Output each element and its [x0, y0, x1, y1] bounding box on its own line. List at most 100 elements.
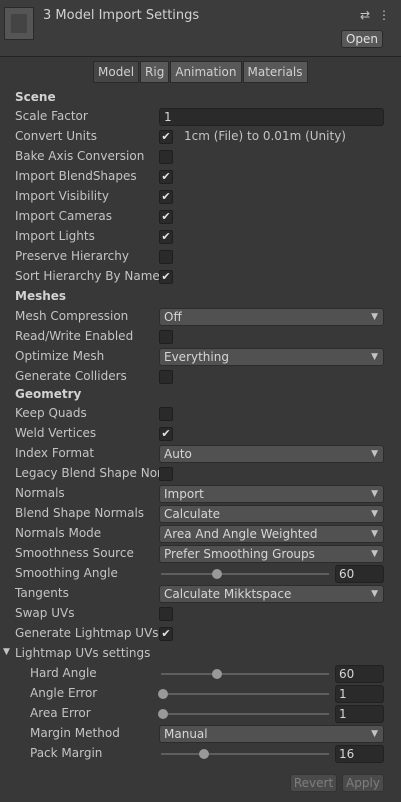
pack-margin-label: Pack Margin	[30, 746, 103, 760]
normals-mode-row: Normals Mode Area And Angle Weighted ▼	[0, 524, 401, 544]
inspector-title: 3 Model Import Settings	[43, 8, 200, 23]
scale-factor-label: Scale Factor	[15, 109, 88, 123]
smoothing-angle-slider[interactable]	[161, 573, 329, 575]
blend-shape-normals-dropdown[interactable]: Calculate ▼	[159, 505, 384, 523]
angle-error-field[interactable]: 1	[335, 685, 384, 703]
normals-value: Import	[164, 487, 204, 501]
import-blendshapes-checkbox[interactable]: ✔	[159, 170, 173, 184]
area-error-label: Area Error	[30, 706, 91, 720]
tangents-value: Calculate Mikktspace	[164, 587, 292, 601]
hard-angle-slider[interactable]	[161, 673, 329, 675]
chevron-down-icon: ▼	[371, 549, 378, 559]
hard-angle-label: Hard Angle	[30, 666, 97, 680]
area-error-slider[interactable]	[161, 713, 329, 715]
pack-margin-field[interactable]: 16	[335, 745, 384, 763]
chevron-down-icon: ▼	[371, 352, 378, 362]
import-visibility-checkbox[interactable]: ✔	[159, 190, 173, 204]
optimize-mesh-label: Optimize Mesh	[15, 349, 105, 363]
index-format-dropdown[interactable]: Auto ▼	[159, 445, 384, 463]
revert-button[interactable]: Revert	[290, 774, 337, 792]
meshes-heading: Meshes	[15, 289, 67, 303]
preserve-hierarchy-checkbox[interactable]	[159, 250, 173, 264]
generate-lightmap-uvs-checkbox[interactable]: ✔	[159, 627, 173, 641]
normals-mode-dropdown[interactable]: Area And Angle Weighted ▼	[159, 525, 384, 543]
convert-units-label: Convert Units	[15, 129, 97, 143]
smoothing-angle-slider-thumb[interactable]	[212, 569, 223, 579]
hard-angle-field[interactable]: 60	[335, 665, 384, 683]
optimize-mesh-row: Optimize Mesh Everything ▼	[0, 347, 401, 367]
legacy-blend-label: Legacy Blend Shape Normals	[15, 466, 159, 480]
optimize-mesh-dropdown[interactable]: Everything ▼	[159, 348, 384, 366]
chevron-down-icon: ▼	[371, 312, 378, 322]
bake-axis-row: Bake Axis Conversion	[0, 147, 401, 167]
pack-margin-row: Pack Margin 16	[0, 744, 401, 764]
hard-angle-slider-thumb[interactable]	[212, 669, 223, 679]
angle-error-slider[interactable]	[161, 693, 329, 695]
angle-error-slider-thumb[interactable]	[158, 689, 168, 699]
mesh-compression-dropdown[interactable]: Off ▼	[159, 308, 384, 326]
context-menu-icon[interactable]: ⋮	[378, 8, 390, 22]
model-asset-icon	[4, 7, 34, 40]
import-cameras-checkbox[interactable]: ✔	[159, 210, 173, 224]
tab-animation[interactable]: Animation	[170, 61, 242, 83]
import-cameras-row: Import Cameras ✔	[0, 207, 401, 227]
import-tabs: Model Rig Animation Materials	[93, 61, 309, 83]
generate-colliders-row: Generate Colliders	[0, 367, 401, 387]
convert-units-checkbox[interactable]: ✔	[159, 130, 173, 144]
scale-factor-field[interactable]: 1	[159, 108, 384, 126]
read-write-row: Read/Write Enabled	[0, 327, 401, 347]
generate-lightmap-uvs-row: Generate Lightmap UVs ✔	[0, 624, 401, 644]
margin-method-dropdown[interactable]: Manual ▼	[159, 725, 384, 743]
bake-axis-checkbox[interactable]	[159, 150, 173, 164]
blend-shape-normals-label: Blend Shape Normals	[15, 506, 145, 520]
swap-uvs-checkbox[interactable]	[159, 607, 173, 621]
tab-model[interactable]: Model	[93, 61, 140, 83]
area-error-row: Area Error 1	[0, 704, 401, 724]
scene-heading: Scene	[15, 90, 56, 104]
convert-units-row: Convert Units ✔ 1cm (File) to 0.01m (Uni…	[0, 127, 401, 147]
pack-margin-slider-thumb[interactable]	[199, 749, 209, 759]
area-error-slider-thumb[interactable]	[158, 709, 168, 719]
keep-quads-label: Keep Quads	[15, 406, 87, 420]
generate-lightmap-uvs-label: Generate Lightmap UVs	[15, 626, 159, 640]
geometry-section: Geometry	[0, 385, 401, 405]
smoothing-angle-field[interactable]: 60	[335, 565, 384, 583]
pack-margin-slider[interactable]	[161, 753, 329, 755]
smoothness-source-dropdown[interactable]: Prefer Smoothing Groups ▼	[159, 545, 384, 563]
normals-label: Normals	[15, 486, 65, 500]
sort-hierarchy-row: Sort Hierarchy By Name ✔	[0, 267, 401, 287]
apply-button[interactable]: Apply	[342, 774, 384, 792]
chevron-down-icon: ▼	[371, 729, 378, 739]
index-format-row: Index Format Auto ▼	[0, 444, 401, 464]
chevron-down-icon: ▼	[371, 449, 378, 459]
smoothing-angle-row: Smoothing Angle 60	[0, 564, 401, 584]
scene-section: Scene	[0, 88, 401, 108]
sort-hierarchy-label: Sort Hierarchy By Name	[15, 269, 160, 283]
normals-dropdown[interactable]: Import ▼	[159, 485, 384, 503]
import-lights-row: Import Lights ✔	[0, 227, 401, 247]
area-error-field[interactable]: 1	[335, 705, 384, 723]
import-blendshapes-row: Import BlendShapes ✔	[0, 167, 401, 187]
read-write-checkbox[interactable]	[159, 330, 173, 344]
import-visibility-row: Import Visibility ✔	[0, 187, 401, 207]
tab-rig[interactable]: Rig	[140, 61, 170, 83]
mesh-compression-label: Mesh Compression	[15, 309, 129, 323]
keep-quads-checkbox[interactable]	[159, 407, 173, 421]
weld-vertices-row: Weld Vertices ✔	[0, 424, 401, 444]
mesh-compression-value: Off	[164, 310, 182, 324]
generate-colliders-checkbox[interactable]	[159, 370, 173, 384]
margin-method-value: Manual	[164, 727, 208, 741]
hard-angle-row: Hard Angle 60	[0, 664, 401, 684]
preset-settings-icon[interactable]: ⇄	[360, 8, 370, 22]
lightmap-uvs-foldout[interactable]: ▼ Lightmap UVs settings	[0, 644, 401, 664]
chevron-down-icon: ▼	[371, 529, 378, 539]
open-button[interactable]: Open	[341, 30, 383, 48]
geometry-heading: Geometry	[15, 387, 82, 401]
foldout-expanded-icon[interactable]: ▼	[3, 647, 10, 657]
tab-materials[interactable]: Materials	[242, 61, 308, 83]
import-lights-checkbox[interactable]: ✔	[159, 230, 173, 244]
legacy-blend-checkbox[interactable]	[159, 467, 173, 481]
weld-vertices-checkbox[interactable]: ✔	[159, 427, 173, 441]
tangents-dropdown[interactable]: Calculate Mikktspace ▼	[159, 585, 384, 603]
sort-hierarchy-checkbox[interactable]: ✔	[159, 270, 173, 284]
